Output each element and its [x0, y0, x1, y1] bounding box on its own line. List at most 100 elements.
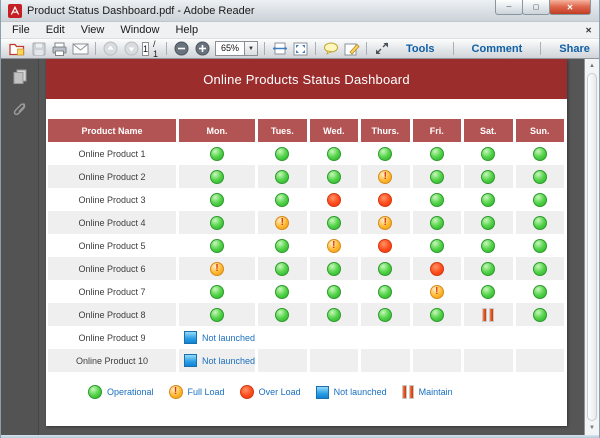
- scroll-down-icon[interactable]: ▼: [585, 421, 599, 435]
- status-cell: [361, 234, 409, 257]
- status-cell: [515, 211, 564, 234]
- status-over-load-icon: [326, 192, 341, 207]
- email-button[interactable]: [71, 40, 90, 58]
- status-cell: [361, 211, 410, 234]
- previous-page-button[interactable]: [101, 40, 120, 58]
- status-operational-icon: [378, 146, 393, 161]
- attachments-button[interactable]: [7, 97, 33, 121]
- status-operational-icon: [429, 307, 444, 322]
- toolbar-divider: [95, 42, 96, 55]
- product-name-cell: Online Product 1: [78, 148, 146, 159]
- fullscreen-button[interactable]: [372, 40, 391, 58]
- status-cell: [310, 188, 359, 211]
- save-icon: [32, 42, 45, 55]
- scrolling-mode-button[interactable]: [270, 40, 289, 58]
- column-header-day: Mon.: [179, 119, 256, 142]
- not-launched-label: Not launched: [202, 332, 256, 343]
- status-cell: [258, 257, 307, 280]
- zoom-dropdown-arrow-icon[interactable]: ▼: [244, 42, 258, 55]
- legend-not-launched-icon: [315, 385, 329, 399]
- window-title: Product Status Dashboard.pdf - Adobe Rea…: [27, 4, 255, 17]
- status-cell: [179, 280, 255, 303]
- legend-maintain-icon: [401, 385, 414, 399]
- status-operational-icon: [429, 238, 444, 253]
- minimize-icon: ─: [506, 3, 512, 11]
- scrollbar-thumb[interactable]: [587, 73, 597, 421]
- status-cell: [258, 188, 306, 211]
- status-operational-icon: [378, 261, 393, 276]
- legend-label: Over Load: [258, 387, 301, 397]
- status-operational-icon: [481, 192, 496, 207]
- status-cell-empty: [361, 326, 409, 349]
- status-cell: [310, 142, 359, 165]
- zoom-out-button[interactable]: [172, 40, 191, 58]
- column-header-day: Sat.: [464, 119, 513, 142]
- scroll-up-icon[interactable]: ▲: [585, 59, 599, 73]
- zoom-in-button[interactable]: [193, 40, 212, 58]
- status-cell: [412, 303, 462, 326]
- status-cell: [464, 280, 512, 303]
- next-page-button[interactable]: [122, 40, 141, 58]
- status-cell: [179, 165, 256, 188]
- status-not-launched-icon: [184, 331, 197, 344]
- comment-panel-button[interactable]: Comment: [458, 43, 537, 55]
- page-number-input[interactable]: 1: [142, 41, 150, 56]
- document-viewport: Online Products Status Dashboard Product…: [39, 59, 584, 435]
- adobe-reader-app-icon: [8, 3, 22, 18]
- status-operational-icon: [326, 284, 341, 299]
- menubar-close-button[interactable]: ✕: [585, 26, 592, 35]
- status-maintain-icon: [482, 307, 495, 322]
- status-cell: [309, 303, 359, 326]
- menu-bar: File Edit View Window Help ✕: [1, 22, 599, 39]
- menu-item-file[interactable]: File: [4, 23, 38, 37]
- legend-over-load-icon: [239, 385, 254, 399]
- menu-item-help[interactable]: Help: [167, 23, 206, 37]
- print-icon: [52, 42, 67, 56]
- annotation-note-button[interactable]: [342, 40, 361, 58]
- toolbar: 1 / 1 65% ▼ Tools Comment Share: [1, 39, 599, 59]
- status-operational-icon: [275, 284, 290, 299]
- zoom-level-select[interactable]: 65% ▼: [215, 41, 259, 56]
- minimize-button[interactable]: ─: [495, 0, 523, 15]
- menu-item-window[interactable]: Window: [112, 23, 167, 37]
- status-operational-icon: [532, 215, 547, 230]
- status-cell: [179, 142, 255, 165]
- navigation-sidebar: [1, 59, 39, 435]
- close-button[interactable]: ✕: [549, 0, 591, 15]
- page-thumbnails-button[interactable]: [7, 64, 33, 88]
- maximize-button[interactable]: ▢: [522, 0, 550, 15]
- status-cell: [413, 280, 462, 303]
- share-button[interactable]: Share: [545, 43, 600, 55]
- product-name-cell: Online Product 5: [78, 240, 146, 251]
- tools-button[interactable]: Tools: [392, 43, 449, 55]
- status-cell-not-launched: Not launched: [179, 326, 255, 349]
- zoom-out-icon: [174, 41, 189, 56]
- status-cell: [464, 211, 513, 234]
- status-operational-icon: [326, 169, 341, 184]
- status-cell-empty: [413, 326, 462, 349]
- save-button[interactable]: [29, 40, 48, 58]
- column-header-day: Sun.: [515, 119, 564, 142]
- status-operational-icon: [210, 307, 225, 322]
- menu-item-edit[interactable]: Edit: [38, 23, 73, 37]
- status-cell: [310, 234, 359, 257]
- print-button[interactable]: [50, 40, 69, 58]
- fit-page-button[interactable]: [291, 40, 310, 58]
- close-icon: ✕: [566, 2, 574, 12]
- status-operational-icon: [275, 307, 290, 322]
- status-operational-icon: [275, 238, 290, 253]
- fullscreen-icon: [375, 42, 388, 54]
- vertical-scrollbar[interactable]: ▲ ▼: [584, 59, 599, 435]
- status-cell: [258, 303, 307, 326]
- product-name-cell: Online Product 4: [48, 211, 176, 234]
- toolbar-divider: [264, 42, 266, 55]
- status-operational-icon: [481, 215, 496, 230]
- window-controls: ─ ▢ ✕: [495, 0, 591, 15]
- status-cell: [464, 257, 513, 280]
- status-full-load-icon: [378, 169, 393, 184]
- column-header-day: Wed.: [309, 119, 359, 142]
- comment-bubble-button[interactable]: [321, 40, 340, 58]
- open-file-button[interactable]: [8, 40, 27, 58]
- menu-item-view[interactable]: View: [73, 23, 113, 37]
- legend-label: Maintain: [418, 387, 453, 397]
